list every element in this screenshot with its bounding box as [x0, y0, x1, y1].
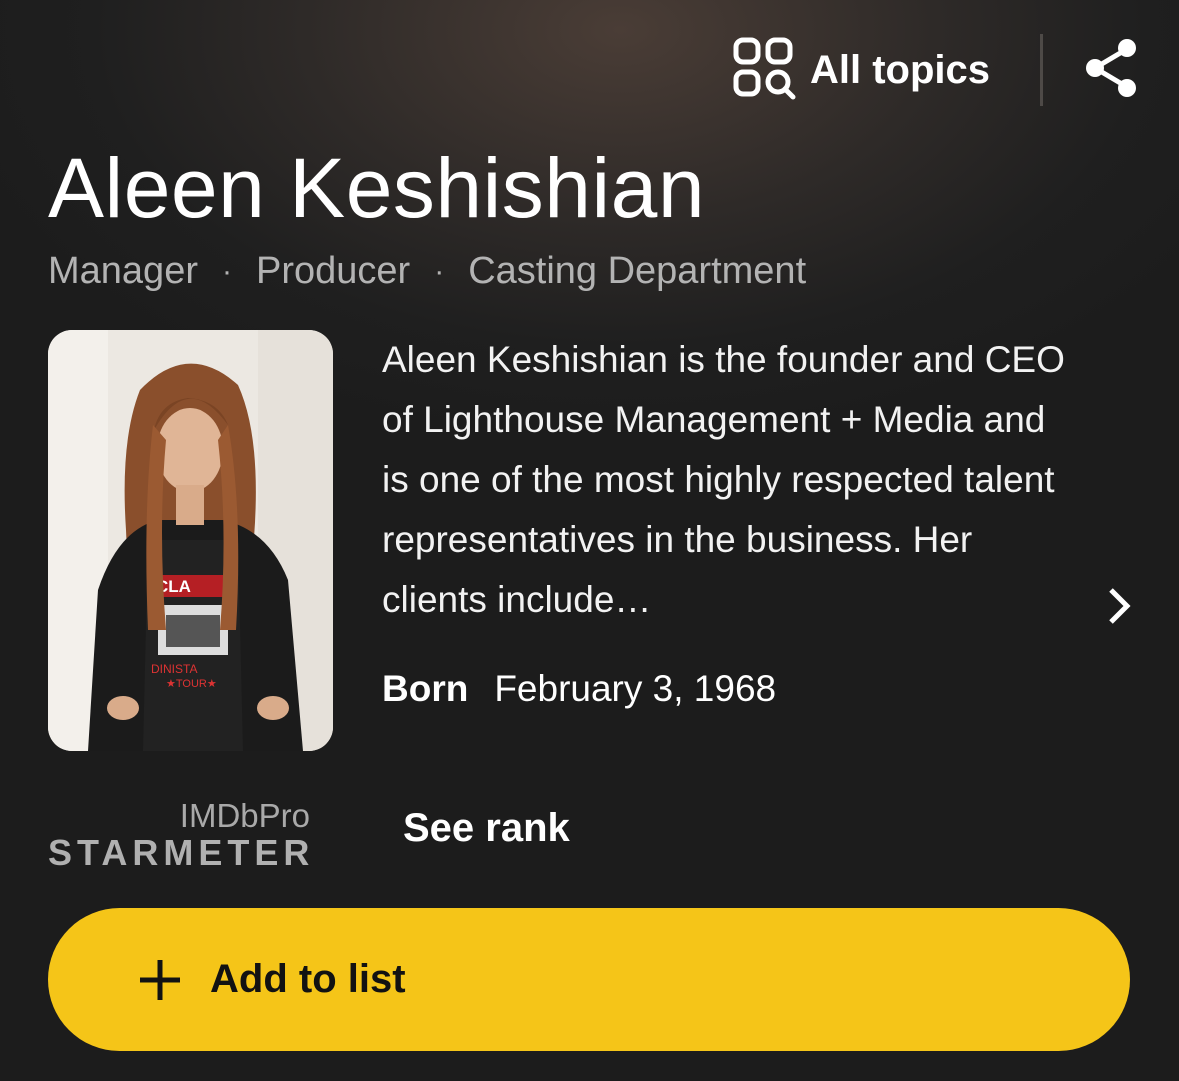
role-producer[interactable]: Producer — [256, 250, 410, 293]
share-icon — [1083, 37, 1139, 104]
all-topics-label: All topics — [809, 47, 990, 92]
add-to-list-label: Add to list — [210, 957, 406, 1001]
imdbpro-label: IMDbPro — [179, 797, 310, 834]
person-name: Aleen Keshishian — [48, 141, 706, 235]
chevron-right-icon[interactable] — [1105, 586, 1133, 631]
person-photo[interactable]: CLA DINISTA ★TOUR★ — [48, 330, 333, 751]
share-button[interactable] — [1083, 37, 1139, 104]
role-separator: · — [221, 254, 232, 288]
role-manager[interactable]: Manager — [48, 250, 198, 293]
header-divider — [1040, 34, 1043, 106]
born-label: Born — [382, 668, 469, 709]
born-value[interactable]: February 3, 1968 — [494, 668, 776, 710]
all-topics-button[interactable]: All topics — [732, 36, 990, 105]
roles-line: Manager · Producer · Casting Department — [48, 250, 806, 293]
all-topics-icon — [732, 36, 796, 105]
shirt-text-bottom: ★TOUR★ — [166, 678, 217, 690]
role-casting-department[interactable]: Casting Department — [468, 250, 806, 293]
bio-text[interactable]: Aleen Keshishian is the founder and CEO … — [382, 330, 1082, 630]
starmeter-label: STARMETER — [48, 832, 315, 873]
born-row: Born February 3, 1968 — [382, 668, 776, 710]
add-to-list-button[interactable]: Add to list — [48, 908, 1130, 1051]
plus-icon — [138, 958, 182, 1002]
shirt-text-middle: DINISTA — [151, 662, 197, 676]
top-bar: All topics — [732, 30, 1139, 110]
role-separator: · — [434, 254, 445, 288]
starmeter-logo: IMDbPro STARMETER — [48, 798, 310, 872]
see-rank-link[interactable]: See rank — [403, 806, 570, 851]
